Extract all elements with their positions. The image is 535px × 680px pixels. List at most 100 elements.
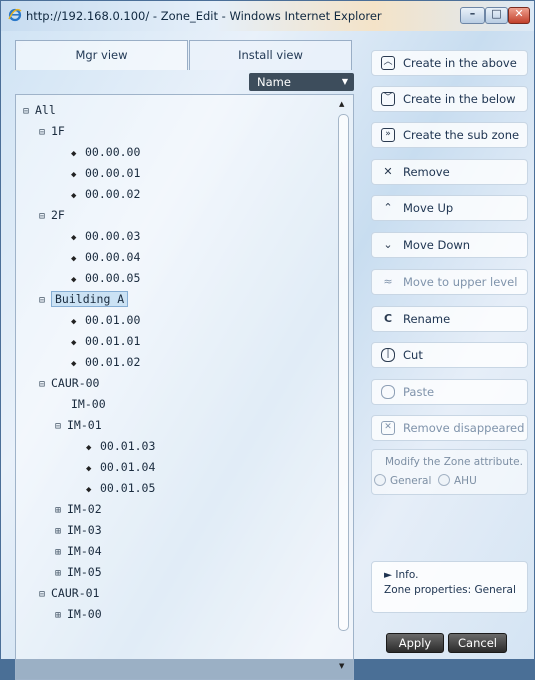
- tree-node-2f[interactable]: ⊟ 2F: [39, 206, 65, 224]
- expand-icon[interactable]: ⊞: [55, 502, 67, 520]
- chevron-down-icon: ▼: [341, 77, 348, 86]
- tree-node-zone[interactable]: ◆ 00.00.00: [71, 143, 140, 161]
- move-to-upper-level-button[interactable]: ≈ Move to upper level: [371, 269, 528, 295]
- tree-node-im[interactable]: ⊞ IM-02: [55, 500, 102, 518]
- move-down-button[interactable]: ⌄ Move Down: [371, 232, 528, 258]
- move-up-button[interactable]: ⌃ Move Up: [371, 195, 528, 221]
- scrollbar-thumb[interactable]: [338, 114, 349, 631]
- zone-attribute-group: Modify the Zone attribute. General AHU: [371, 449, 528, 495]
- radio-circle-icon: [374, 474, 386, 486]
- tree-node-label-selected: Building A: [51, 291, 129, 307]
- window-title: http://192.168.0.100/ - Zone_Edit - Wind…: [26, 9, 382, 23]
- tree-node-zone[interactable]: ◆ 00.00.03: [71, 227, 140, 245]
- expand-icon[interactable]: ⊞: [55, 607, 67, 625]
- tree-node-im-01[interactable]: ⊟ IM-01: [55, 416, 102, 434]
- close-button[interactable]: ✕: [508, 7, 530, 24]
- tree-node-im[interactable]: ⊞ IM-05: [55, 563, 102, 581]
- tree-node-label: 00.00.04: [85, 250, 141, 264]
- zone-tree-pane: Mgr view Install view Name ▼ ⊟ All ⊟ 1F ◆ 0…: [8, 37, 356, 680]
- tree-node-caur-01[interactable]: ⊟ CAUR-01: [39, 584, 99, 602]
- radio-ahu[interactable]: AHU: [438, 474, 477, 487]
- minimize-button[interactable]: –: [460, 7, 485, 24]
- tree-node-zone[interactable]: ◆ 00.00.02: [71, 185, 140, 203]
- create-above-button[interactable]: ︿ Create in the above: [371, 50, 528, 76]
- maximize-button[interactable]: □: [485, 7, 508, 24]
- tree-node-label: 00.00.02: [85, 187, 141, 201]
- tree-node-label: 00.00.00: [85, 145, 141, 159]
- collapse-icon[interactable]: ⊟: [39, 586, 51, 604]
- tree-node-zone[interactable]: ◆ 00.01.03: [86, 437, 155, 455]
- tree-node-label: IM-00: [71, 397, 106, 411]
- tree-node-all[interactable]: ⊟ All: [23, 101, 56, 119]
- sort-select[interactable]: Name ▼: [249, 73, 354, 91]
- leaf-icon: ◆: [71, 170, 77, 180]
- tree-node-zone[interactable]: ◆ 00.01.01: [71, 332, 140, 350]
- tree-node-zone[interactable]: ◆ 00.00.05: [71, 269, 140, 287]
- create-sub-zone-button[interactable]: » Create the sub zone: [371, 122, 528, 148]
- info-panel: ► Info. Zone properties: General: [371, 561, 528, 613]
- radio-circle-icon: [438, 474, 450, 486]
- collapse-icon[interactable]: ⊟: [39, 208, 51, 226]
- expand-icon[interactable]: ⊞: [55, 523, 67, 541]
- tree-node-caur-00[interactable]: ⊟ CAUR-00: [39, 374, 99, 392]
- x-box-icon: ✕: [381, 421, 395, 435]
- tree-node-label: CAUR-01: [51, 586, 100, 600]
- cut-button[interactable]: | Cut: [371, 342, 528, 368]
- button-label: Move Up: [403, 201, 454, 215]
- remove-disappeared-button[interactable]: ✕ Remove disappeared: [371, 415, 528, 441]
- chevron-up-icon: ⌃: [383, 201, 393, 214]
- tree-node-zone[interactable]: ◆ 00.01.02: [71, 353, 140, 371]
- tree-node-label: 00.01.05: [100, 481, 156, 495]
- rename-button[interactable]: C Rename: [371, 306, 528, 332]
- collapse-icon[interactable]: ⊟: [39, 376, 51, 394]
- paste-button[interactable]: Paste: [371, 379, 528, 405]
- create-below-button[interactable]: ﹀ Create in the below: [371, 86, 528, 112]
- tab-install-view[interactable]: Install view: [189, 40, 352, 70]
- tree-node-1f[interactable]: ⊟ 1F: [39, 122, 65, 140]
- apply-button[interactable]: Apply: [386, 633, 444, 653]
- tree-node-zone[interactable]: ◆ 00.01.05: [86, 479, 155, 497]
- chevron-down-icon: ⌄: [383, 238, 393, 251]
- radio-general[interactable]: General: [374, 474, 431, 487]
- leaf-icon: ◆: [71, 317, 77, 327]
- collapse-icon[interactable]: ⊟: [23, 103, 35, 121]
- tree-node-label: 1F: [51, 124, 65, 138]
- button-label: Move to upper level: [403, 275, 518, 289]
- scroll-up-icon[interactable]: ▲: [339, 100, 344, 108]
- tree-node-im[interactable]: ⊞ IM-04: [55, 542, 102, 560]
- expand-icon[interactable]: ⊞: [55, 565, 67, 583]
- collapse-icon[interactable]: ⊟: [39, 124, 51, 142]
- remove-button[interactable]: ✕ Remove: [371, 159, 528, 185]
- arrow-up-icon: ︿: [381, 56, 395, 70]
- leaf-icon: ◆: [86, 485, 92, 495]
- expand-icon[interactable]: ⊞: [55, 544, 67, 562]
- collapse-icon[interactable]: ⊟: [55, 418, 67, 436]
- tree-node-im[interactable]: ⊞ IM-00: [55, 605, 102, 623]
- x-icon: ✕: [383, 165, 393, 178]
- cancel-button[interactable]: Cancel: [448, 633, 507, 653]
- tree-node-zone[interactable]: ◆ 00.00.04: [71, 248, 140, 266]
- tab-mgr-view[interactable]: Mgr view: [15, 40, 188, 70]
- tree-node-zone[interactable]: ◆ 00.01.00: [71, 311, 140, 329]
- tree-node-building-a[interactable]: ⊟ Building A: [39, 290, 129, 310]
- paste-icon: [381, 385, 395, 399]
- ie-icon: [8, 8, 22, 22]
- tree-node-im[interactable]: IM-00: [71, 395, 106, 413]
- tree-node-label: IM-03: [67, 523, 102, 537]
- tree-node-label: 00.00.05: [85, 271, 141, 285]
- tree-node-label: IM-01: [67, 418, 102, 432]
- scroll-down-icon[interactable]: ▼: [339, 662, 344, 670]
- tree-node-label: IM-05: [67, 565, 102, 579]
- button-label: Create in the below: [403, 92, 516, 106]
- zone-tree: ⊟ All ⊟ 1F ◆ 00.00.00 ◆ 00.00.01 ◆ 00.00.02 ⊟…: [15, 94, 354, 680]
- tree-node-label: CAUR-00: [51, 376, 100, 390]
- leaf-icon: ◆: [86, 443, 92, 453]
- tree-node-im[interactable]: ⊞ IM-03: [55, 521, 102, 539]
- button-label: Remove disappeared: [403, 421, 525, 435]
- tree-scrollbar[interactable]: ▲ ▼: [337, 98, 351, 674]
- collapse-icon[interactable]: ⊟: [39, 292, 51, 310]
- tree-node-zone[interactable]: ◆ 00.00.01: [71, 164, 140, 182]
- rename-icon: C: [383, 312, 393, 325]
- tree-node-zone[interactable]: ◆ 00.01.04: [86, 458, 155, 476]
- title-bar: http://192.168.0.100/ - Zone_Edit - Wind…: [1, 1, 534, 31]
